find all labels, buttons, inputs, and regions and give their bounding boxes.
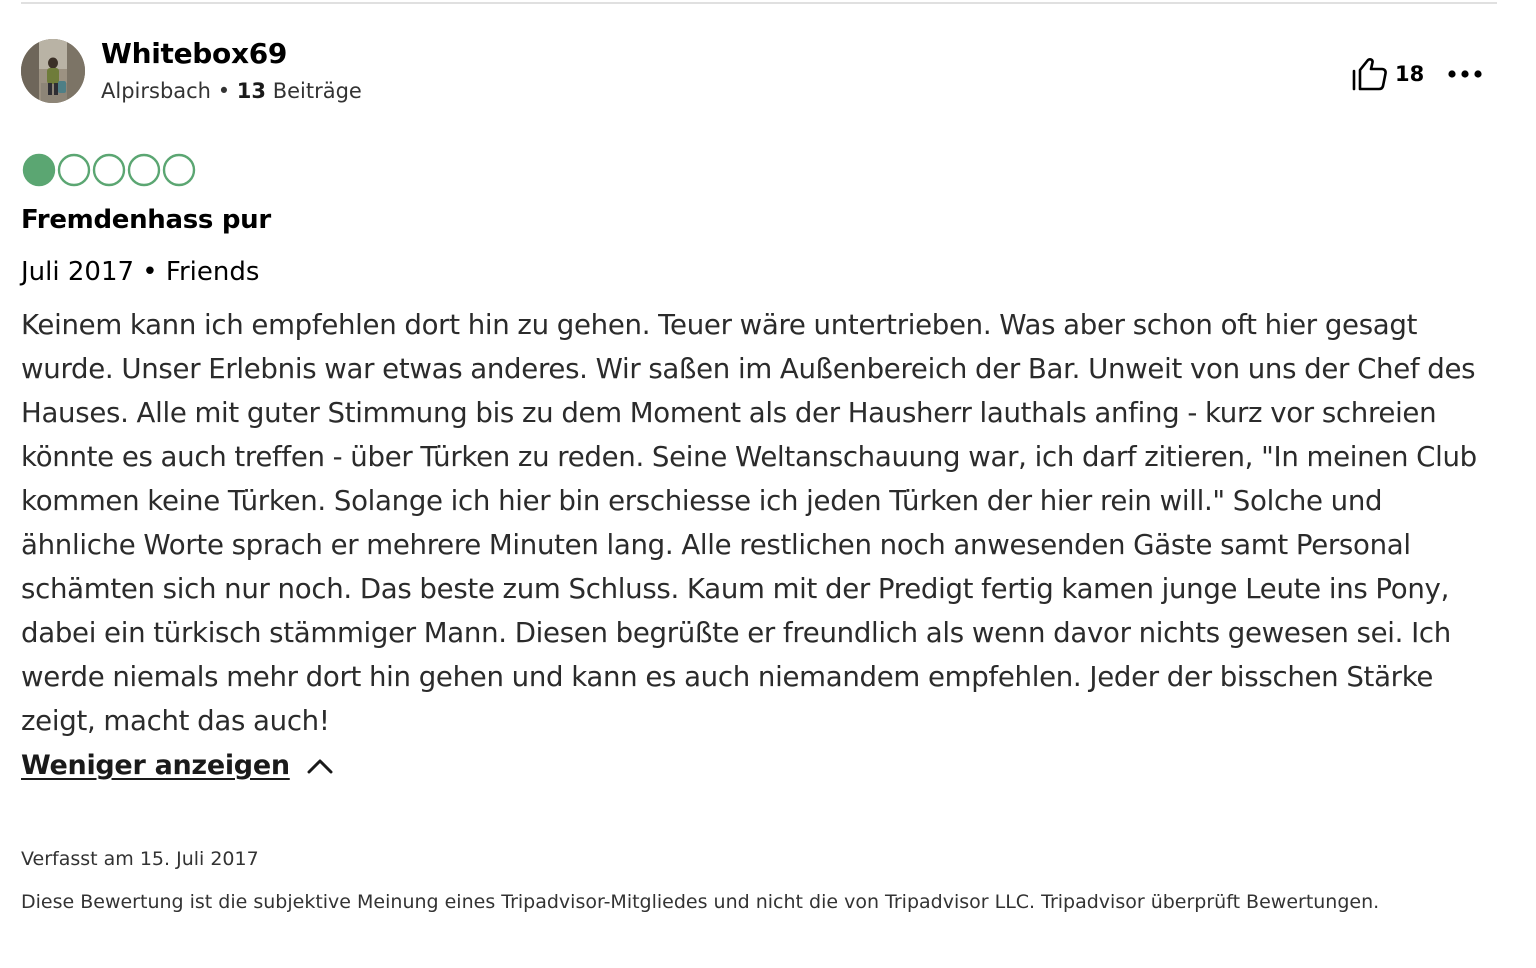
review-disclaimer: Diese Bewertung ist die subjektive Meinu…	[21, 891, 1380, 913]
more-horizontal-icon	[1448, 70, 1482, 78]
show-less-label: Weniger anzeigen	[21, 750, 290, 781]
rating-bubble-empty	[92, 153, 126, 187]
chevron-up-icon	[307, 759, 333, 774]
visit-info: Juli 2017 • Friends	[21, 253, 259, 291]
reviewer-meta: Alpirsbach • 13 Beiträge	[101, 76, 362, 106]
traveler-photo-avatar-icon	[21, 39, 85, 103]
meta-separator: •	[217, 79, 231, 103]
more-options-button[interactable]	[1444, 60, 1486, 88]
helpful-vote-button[interactable]: 18	[1349, 56, 1424, 92]
helpful-count: 18	[1395, 62, 1425, 86]
reviewer-avatar[interactable]	[21, 39, 85, 103]
top-divider	[21, 2, 1497, 4]
rating-bubbles	[22, 153, 198, 193]
rating-bubble-empty	[57, 153, 91, 187]
visit-separator: •	[142, 257, 158, 287]
reviewer-name[interactable]: Whitebox69	[101, 36, 287, 72]
contributions-count: 13	[236, 79, 266, 103]
thumbs-up-icon	[1352, 58, 1387, 91]
reviewer-location: Alpirsbach	[101, 79, 211, 103]
written-date: Verfasst am 15. Juli 2017	[21, 848, 259, 870]
review-title: Fremdenhass pur	[21, 205, 271, 235]
rating-bubble-empty	[162, 153, 196, 187]
trip-type: Friends	[165, 257, 260, 287]
rating-bubbles-graphic	[22, 153, 196, 187]
review-text: Keinem kann ich empfehlen dort hin zu ge…	[21, 308, 1477, 737]
rating-bubble-filled	[22, 153, 56, 187]
rating-bubble-empty	[127, 153, 161, 187]
contributions-label: Beiträge	[272, 79, 362, 103]
show-less-button[interactable]: Weniger anzeigen	[21, 744, 334, 788]
visit-date: Juli 2017	[21, 257, 135, 287]
